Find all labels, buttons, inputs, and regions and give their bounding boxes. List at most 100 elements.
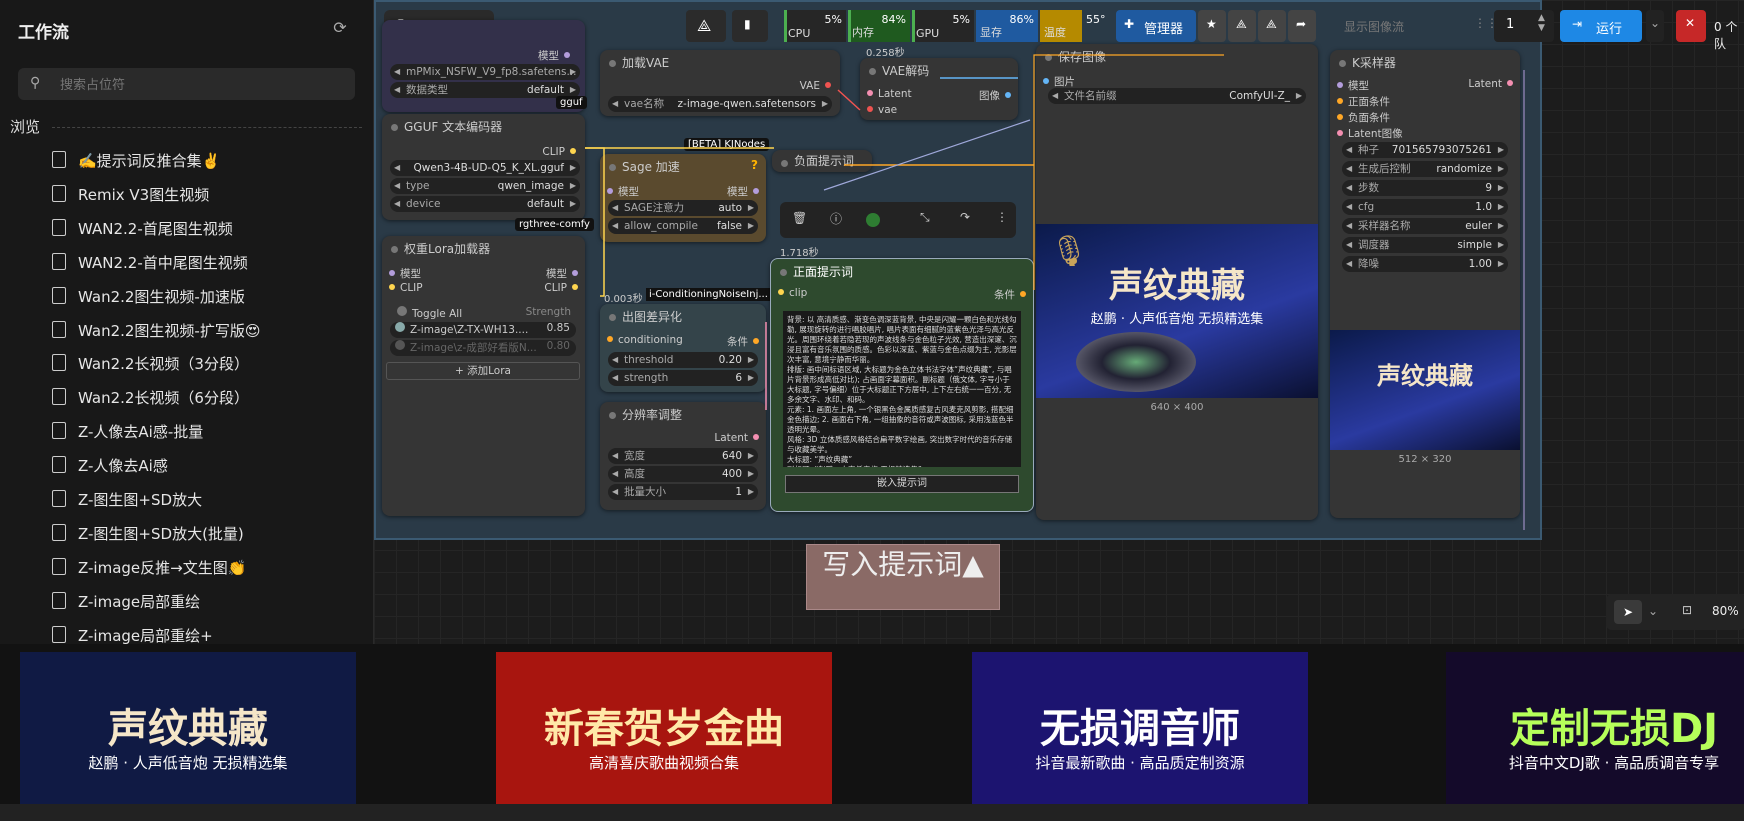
share-icon: ➦ [1296,17,1307,31]
document-icon [52,184,66,202]
cancel-button[interactable]: ✕ [1676,10,1706,42]
top-toolbar: ⟁ ▮ 5% CPU 84% 内存 5% GPU 86% 显存 温度 55° ✚ 管理器 … [672,2,1744,51]
workflow-item[interactable]: Wan2.2长视频（6分段） [52,387,362,417]
workflow-item[interactable]: Z-人像去Ai感-批量 [52,421,362,451]
temp-label: 温度 [1044,26,1066,39]
workflow-item-label: Z-image局部重绘 [78,592,201,611]
zoom-level[interactable]: 80% [1712,604,1739,618]
browse-heading: 浏览 [10,118,41,136]
document-icon [52,286,66,304]
workflow-item[interactable]: Z-image反推→文生图👏 [52,557,362,587]
star-button[interactable]: ★ [1198,10,1226,42]
workflow-item-label: Wan2.2图生视频-扩写版😍 [78,321,261,340]
workflow-item-label: Z-图生图+SD放大(批量) [78,524,244,543]
queue-label[interactable]: 0 个队 [1714,18,1744,52]
workflow-item[interactable]: Wan2.2图生视频-加速版 [52,286,362,316]
thumbnail-image[interactable]: 声纹典藏赵鹏 · 人声低音炮 无损精选集 [20,652,356,804]
puzzle-icon: ✚ [1124,17,1135,31]
share-button[interactable]: ➦ [1288,10,1316,42]
tool-a-button[interactable]: ⟁ [1228,10,1256,42]
workflow-sidebar: 工作流 ⟳ ⚲ 浏览 ✍️提示词反推合集✌️ Remix V3图生视频 WAN2.2… [0,0,374,645]
workflow-item-label: ✍️提示词反推合集✌️ [78,152,221,170]
document-icon [52,591,66,609]
document-icon [52,625,66,643]
thumbnail-subtitle: 抖音中文DJ歌 · 高品质调音专享 [1508,754,1720,772]
stepper-icon: ▲ ▼ [1538,13,1545,33]
document-icon [52,388,66,406]
document-icon [52,422,66,440]
thumbnail-subtitle: 高清喜庆歌曲视频合集 [588,754,739,772]
workflow-item[interactable]: WAN2.2-首尾图生视频 [52,218,362,248]
workflow-item[interactable]: Remix V3图生视频 [52,184,362,214]
temp-value: 55° [1086,13,1106,26]
search-box: ⚲ [18,68,355,100]
logo-icon[interactable]: ⟁ [686,10,726,42]
cpu-label: CPU [788,27,811,40]
bookmark-glyph: ▮ [744,17,751,31]
gpu-label: GPU [916,27,940,40]
thumbnail-image[interactable]: 无损调音师 抖音最新歌曲 · 高品质定制资源 [972,652,1308,804]
workflow-item[interactable]: Z-图生图+SD放大(批量) [52,523,362,553]
workflow-item-label: Remix V3图生视频 [78,185,210,204]
workflow-item-label: Z-图生图+SD放大 [78,491,203,509]
workflow-item[interactable]: ✍️提示词反推合集✌️ [52,150,362,180]
thumbnail-subtitle: 赵鹏 · 人声低音炮 无损精选集 [88,754,288,772]
cpu-meter: 5% CPU [784,10,846,42]
run-icon: ⇥ [1572,17,1583,31]
workflow-item-label: Z-人像去Ai感 [78,457,168,476]
workflow-item-label: Wan2.2图生视频-加速版 [78,287,245,306]
refresh-icon[interactable]: ⟳ [330,18,350,38]
cpu-pct: 5% [824,13,842,26]
workflow-item[interactable]: Z-人像去Ai感 [52,455,362,485]
document-icon [52,151,66,168]
tool-b-button[interactable]: ⟁ [1258,10,1286,42]
manager-button[interactable]: ✚ 管理器 [1116,10,1196,42]
workflow-item-label: Z-image反推→文生图👏 [78,558,247,577]
workflow-item[interactable]: WAN2.2-首中尾图生视频 [52,252,362,282]
sidebar-title: 工作流 [18,23,69,43]
thumbnail-image[interactable]: 新春贺岁金曲高清喜庆歌曲视频合集 [496,652,832,804]
workflow-item-label: WAN2.2-首尾图生视频 [78,219,233,238]
zoom-controls: ➤ ⌄ ⊡ 80% [1606,594,1744,630]
workflow-item[interactable]: Z-image局部重绘 [52,591,362,621]
document-icon [52,557,66,575]
vram-label: 显存 [980,26,1002,39]
workflow-item-label: Wan2.2长视频（3分段） [78,355,249,374]
manager-label: 管理器 [1144,22,1184,37]
run-button[interactable]: ⇥ 运行 [1560,10,1642,42]
gpu-pct: 5% [952,13,970,26]
workflow-item-label: Z-image局部重绘+ [78,626,213,645]
select-tool-icon[interactable]: ➤ [1614,600,1642,624]
run-options-button[interactable]: ⌄ [1646,10,1664,42]
ram-label: 内存 [852,26,874,39]
document-icon [52,490,66,507]
divider [52,127,362,128]
ram-pct: 84% [881,13,906,26]
thumbnail-title: 声纹典藏 [108,706,268,752]
thumbnail-title: 新春贺岁金曲 [544,706,784,752]
tool-b-icon: ⟁ [1266,17,1277,31]
status-bar [0,804,1744,821]
thumbnail-title: 定制无损DJ [1509,706,1719,752]
fit-view-icon[interactable]: ⊡ [1682,603,1692,617]
bookmark-icon[interactable]: ▮ [732,10,768,42]
search-input[interactable] [58,74,342,96]
run-label: 运行 [1596,22,1623,37]
document-icon [52,456,66,474]
show-image-flow[interactable]: 显示图像流 [1344,18,1404,35]
node-wires [585,54,1525,530]
temp-meter: 温度 [1040,10,1082,42]
chevron-down-icon[interactable]: ⌄ [1648,604,1658,618]
thumbnail-image[interactable]: 定制无损DJ 抖音中文DJ歌 · 高品质调音专享 [1446,652,1744,804]
tool-a-icon: ⟁ [1236,17,1247,31]
document-icon [52,523,66,541]
document-icon [52,354,66,372]
chevron-down-icon: ⌄ [1650,16,1661,30]
thumbnail-title: 无损调音师 [1040,706,1240,752]
ram-meter: 84% 内存 [848,10,910,42]
queue-count-input[interactable]: 1 ▲ ▼ [1494,10,1554,42]
workflow-item[interactable]: Z-图生图+SD放大 [52,489,362,519]
workflow-item-label: WAN2.2-首中尾图生视频 [78,253,248,272]
workflow-item[interactable]: Wan2.2图生视频-扩写版😍 [52,320,362,350]
workflow-item[interactable]: Wan2.2长视频（3分段） [52,353,362,383]
